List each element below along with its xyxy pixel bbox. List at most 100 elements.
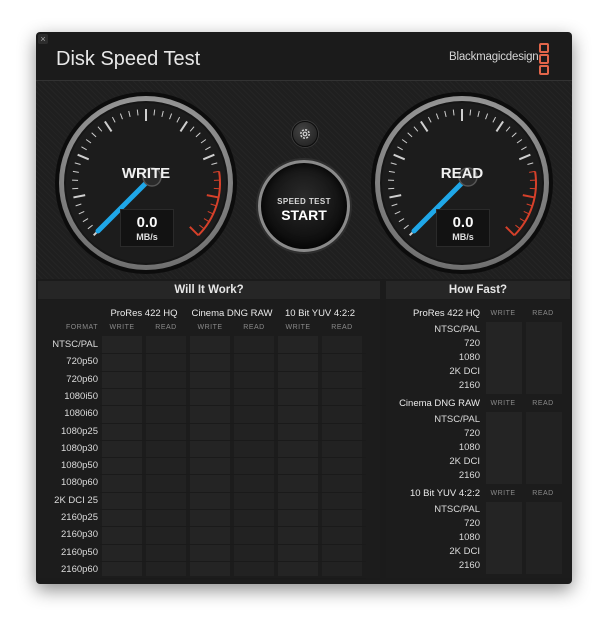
resolution-row-label: 2K DCI (449, 366, 480, 377)
resolution-row-label: 2160 (458, 470, 480, 481)
format-row-label: 720p60 (66, 373, 98, 385)
read-value: 0.0 (452, 214, 474, 231)
resolution-row-label: 720 (464, 338, 480, 349)
result-column (102, 336, 142, 576)
start-button-label: START (281, 207, 327, 223)
write-needle-hub (142, 167, 162, 187)
codec-header: ProRes 422 HQ (412, 308, 480, 319)
write-read-subheader: WRITE (490, 490, 516, 497)
close-icon[interactable]: × (38, 34, 48, 44)
settings-button[interactable] (292, 121, 318, 147)
write-read-subheader: READ (532, 490, 554, 497)
resolution-row-label: NTSC/PAL (434, 504, 480, 515)
resolution-row-label: 2K DCI (449, 546, 480, 557)
how-fast-heading: How Fast? (386, 281, 570, 299)
write-read-subheader: READ (155, 324, 177, 331)
format-row-label: 2160p30 (61, 529, 98, 541)
resolution-row-label: NTSC/PAL (434, 414, 480, 425)
brand-name: Blackmagicdesign (449, 51, 539, 63)
write-value: 0.0 (136, 214, 158, 231)
resolution-row-label: 1080 (458, 532, 480, 543)
row-divider (100, 526, 366, 528)
read-needle-hub (458, 167, 478, 187)
speed-column (486, 502, 522, 574)
codec-header: Cinema DNG RAW (399, 398, 480, 409)
format-row-label: 2K DCI 25 (54, 494, 98, 506)
resolution-row-label: NTSC/PAL (434, 324, 480, 335)
format-row-label: 1080i60 (64, 408, 98, 420)
resolution-row-label: 2160 (458, 560, 480, 571)
resolution-row-label: 1080 (458, 442, 480, 453)
row-divider (100, 457, 366, 459)
speed-test-start-button[interactable]: SPEED TEST START (258, 160, 350, 252)
resolution-row-label: 720 (464, 518, 480, 529)
row-divider (100, 509, 366, 510)
result-column (190, 336, 230, 576)
read-gauge: READ 0.0 MB/s (370, 91, 554, 275)
format-row-label: 1080p60 (61, 477, 98, 489)
resolution-row-label: 1080 (458, 352, 480, 363)
codec-header: 10 Bit YUV 4:2:2 (284, 308, 356, 319)
row-divider (100, 370, 366, 372)
row-divider (100, 439, 366, 441)
write-read-subheader: WRITE (197, 324, 223, 331)
how-fast-table: ProRes 422 HQ WRITE READ NTSC/PAL 720 1080 2K … (386, 300, 570, 578)
resolution-row-label: 2K DCI (449, 456, 480, 467)
format-row-label: 2160p25 (61, 512, 98, 523)
write-readout: 0.0 MB/s (120, 209, 174, 247)
format-row-label: 1080p25 (61, 425, 98, 437)
write-read-subheader: READ (331, 324, 353, 331)
write-gauge-dial (55, 92, 237, 274)
gauge-tick (153, 109, 156, 116)
write-read-subheader: READ (532, 310, 554, 317)
format-row-label: 1080p30 (61, 442, 98, 454)
row-divider (100, 422, 366, 424)
codec-header: ProRes 422 HQ (110, 308, 178, 319)
read-unit: MB/s (452, 232, 474, 242)
read-gauge-dial (371, 92, 553, 274)
disk-speed-test-window: × Disk Speed Test Blackmagicdesign WRITE… (36, 32, 572, 584)
speed-column (486, 322, 522, 394)
result-column (278, 336, 318, 576)
format-column-header: FORMAT (65, 324, 98, 331)
result-column (146, 336, 186, 576)
write-read-subheader: READ (243, 324, 265, 331)
format-row-label: 1080p50 (61, 460, 98, 472)
write-read-subheader: WRITE (490, 400, 516, 407)
write-read-subheader: WRITE (285, 324, 311, 331)
start-button-caption: SPEED TEST (277, 197, 331, 206)
row-divider (100, 474, 366, 476)
resolution-row-label: 2160 (458, 380, 480, 391)
speed-column (526, 322, 562, 394)
row-divider (100, 560, 366, 562)
will-it-work-heading: Will It Work? (38, 281, 380, 299)
row-divider (100, 491, 366, 493)
speed-column (486, 412, 522, 484)
resolution-row-label: 720 (464, 428, 480, 439)
write-read-subheader: WRITE (490, 310, 516, 317)
row-divider (100, 578, 366, 580)
format-row-label: NTSC/PAL (52, 339, 98, 350)
write-gauge: WRITE 0.0 MB/s (54, 91, 238, 275)
row-divider (100, 405, 366, 407)
read-readout: 0.0 MB/s (436, 209, 490, 247)
speed-column (526, 502, 562, 574)
write-unit: MB/s (136, 232, 158, 242)
format-row-label: 720p50 (66, 356, 98, 368)
row-divider (100, 353, 366, 355)
result-column (234, 336, 274, 576)
gauge-tick (469, 109, 472, 116)
row-divider (100, 543, 366, 545)
write-read-subheader: WRITE (109, 324, 135, 331)
write-read-subheader: READ (532, 400, 554, 407)
codec-header: Cinema DNG RAW (191, 308, 273, 319)
speed-column (526, 412, 562, 484)
codec-header: 10 Bit YUV 4:2:2 (409, 488, 480, 499)
app-title: Disk Speed Test (56, 48, 201, 70)
will-it-work-table: ProRes 422 HQ WRITE READ Cinema DNG RAW WRIT… (38, 300, 380, 580)
format-row-label: 1080i50 (64, 390, 98, 402)
blackmagic-logo-icon (539, 43, 549, 75)
format-row-label: 2160p50 (61, 546, 98, 558)
gear-icon (300, 129, 310, 139)
gauge-tick (452, 109, 455, 116)
